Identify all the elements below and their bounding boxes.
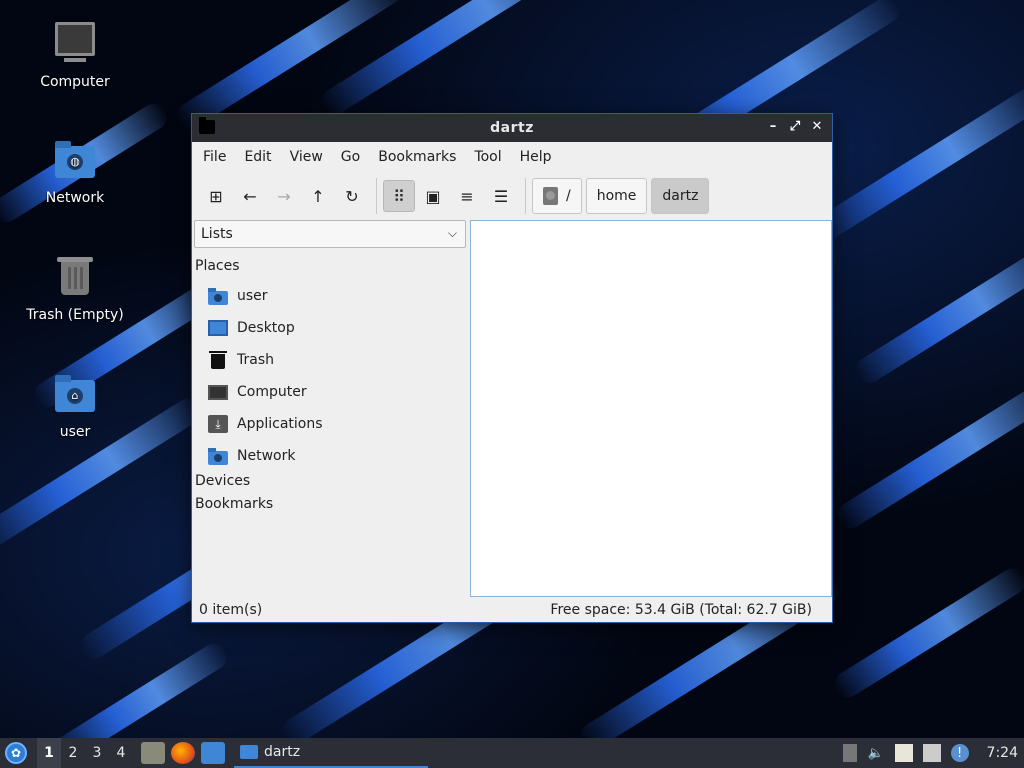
menu-bookmarks[interactable]: Bookmarks [369, 149, 465, 165]
sidebar-item-desktop[interactable]: Desktop [208, 316, 295, 340]
menu-view[interactable]: View [281, 149, 332, 165]
menu-go[interactable]: Go [332, 149, 369, 165]
folder-app-icon [199, 117, 215, 134]
close-icon[interactable]: ✕ [808, 118, 826, 136]
workspace-1[interactable]: 1 [37, 738, 61, 768]
places-header[interactable]: Places [195, 258, 240, 274]
menu-edit[interactable]: Edit [235, 149, 280, 165]
thumbnail-view-icon[interactable]: ▣ [417, 180, 449, 212]
desktop-icon-trash[interactable]: Trash (Empty) [10, 255, 140, 323]
system-tray: 🔈 ! 7:24 [842, 744, 1024, 762]
breadcrumb-label: dartz [662, 188, 699, 204]
menu-help[interactable]: Help [511, 149, 561, 165]
trash-icon [209, 351, 227, 369]
sidebar-item-label: Desktop [237, 320, 295, 336]
desktop-icon-label: user [59, 424, 91, 440]
forward-icon[interactable]: → [268, 180, 300, 212]
icon-view-icon[interactable]: ⠿ [383, 180, 415, 212]
network-folder-icon [208, 447, 228, 465]
minimize-icon[interactable]: – [764, 118, 782, 136]
desktop-icon-network[interactable]: ◍ Network [10, 138, 140, 206]
workspace-4[interactable]: 4 [109, 745, 133, 761]
show-desktop-icon[interactable] [201, 742, 225, 764]
storage-icon[interactable] [842, 744, 857, 762]
firefox-icon[interactable] [171, 742, 195, 764]
computer-icon [208, 384, 228, 400]
devices-header[interactable]: Devices [195, 473, 250, 489]
free-space: Free space: 53.4 GiB (Total: 62.7 GiB) [550, 602, 812, 618]
computer-icon [53, 22, 97, 66]
folder-icon [240, 745, 258, 759]
sidebar-item-computer[interactable]: Computer [208, 380, 307, 404]
trash-icon [53, 255, 97, 299]
compact-view-icon[interactable]: ≡ [451, 180, 483, 212]
sidebar-item-network[interactable]: Network [208, 444, 295, 468]
file-manager-launcher-icon[interactable] [141, 742, 165, 764]
window-titlebar[interactable]: dartz – ⤢ ✕ [192, 114, 832, 142]
sidebar-item-label: user [237, 288, 268, 304]
back-icon[interactable]: ← [234, 180, 266, 212]
breadcrumb-current[interactable]: dartz [651, 178, 710, 214]
workspace-2[interactable]: 2 [61, 745, 85, 761]
menubar: File Edit View Go Bookmarks Tool Help [192, 142, 832, 172]
window-title: dartz [490, 120, 534, 136]
start-menu-icon[interactable]: ✿ [5, 742, 27, 764]
toolbar: ⊞ ← → ↑ ↻ ⠿ ▣ ≡ ☰ / home dartz [192, 172, 832, 220]
sidebar-item-trash[interactable]: Trash [208, 348, 274, 372]
desktop-icon-label: Trash (Empty) [26, 307, 124, 323]
workspace-3[interactable]: 3 [85, 745, 109, 761]
sidebar-item-applications[interactable]: ⤓ Applications [208, 412, 323, 436]
maximize-icon[interactable]: ⤢ [786, 118, 804, 136]
reload-icon[interactable]: ↻ [336, 180, 368, 212]
chevron-down-icon: ⌵ [447, 226, 457, 240]
sidebar-item-label: Trash [237, 352, 274, 368]
toolbar-separator [376, 178, 377, 214]
desktop-icon-label: Network [45, 190, 105, 206]
select-value: Lists [201, 226, 233, 242]
network-status-icon[interactable] [922, 744, 941, 762]
file-view-area[interactable] [470, 220, 832, 597]
desktop-icon-user[interactable]: ⌂ user [10, 372, 140, 440]
drive-icon [543, 187, 558, 205]
toolbar-separator [525, 178, 526, 214]
network-folder-icon: ◍ [53, 138, 97, 182]
breadcrumb-home[interactable]: home [585, 178, 648, 214]
menu-file[interactable]: File [194, 149, 235, 165]
sidebar-item-label: Network [237, 448, 296, 464]
statusbar: 0 item(s) Free space: 53.4 GiB (Total: 6… [192, 598, 832, 622]
breadcrumb-root[interactable]: / [532, 178, 582, 214]
new-tab-icon[interactable]: ⊞ [200, 180, 232, 212]
sidebar-item-label: Computer [237, 384, 307, 400]
taskbar: ✿ 1 2 3 4 dartz 🔈 ! 7:24 [0, 738, 1024, 768]
side-pane-mode-select[interactable]: Lists ⌵ [194, 220, 466, 248]
applications-icon: ⤓ [208, 415, 228, 433]
task-button-dartz[interactable]: dartz [234, 738, 428, 768]
sidebar-item-label: Applications [237, 416, 323, 432]
volume-icon[interactable]: 🔈 [867, 744, 885, 762]
desktop-icon-computer[interactable]: Computer [10, 22, 140, 90]
detailed-list-view-icon[interactable]: ☰ [485, 180, 517, 212]
window-body: Lists ⌵ Places user Desktop Trash Comput… [192, 220, 832, 597]
sidebar-item-user[interactable]: user [208, 284, 268, 308]
clock[interactable]: 7:24 [987, 745, 1018, 761]
breadcrumb-label: / [566, 188, 571, 204]
home-folder-icon: ⌂ [53, 372, 97, 416]
file-manager-window: dartz – ⤢ ✕ File Edit View Go Bookmarks … [191, 113, 833, 623]
notification-icon[interactable]: ! [950, 744, 969, 762]
task-title: dartz [264, 744, 301, 760]
sidebar: Lists ⌵ Places user Desktop Trash Comput… [192, 220, 468, 594]
item-count: 0 item(s) [199, 602, 263, 618]
breadcrumb-label: home [596, 188, 637, 204]
clipboard-icon[interactable] [894, 744, 913, 762]
desktop-icon [208, 320, 228, 336]
bookmarks-header[interactable]: Bookmarks [195, 496, 273, 512]
desktop-icon-label: Computer [40, 74, 110, 90]
home-folder-icon [208, 287, 228, 305]
menu-tool[interactable]: Tool [465, 149, 510, 165]
up-icon[interactable]: ↑ [302, 180, 334, 212]
